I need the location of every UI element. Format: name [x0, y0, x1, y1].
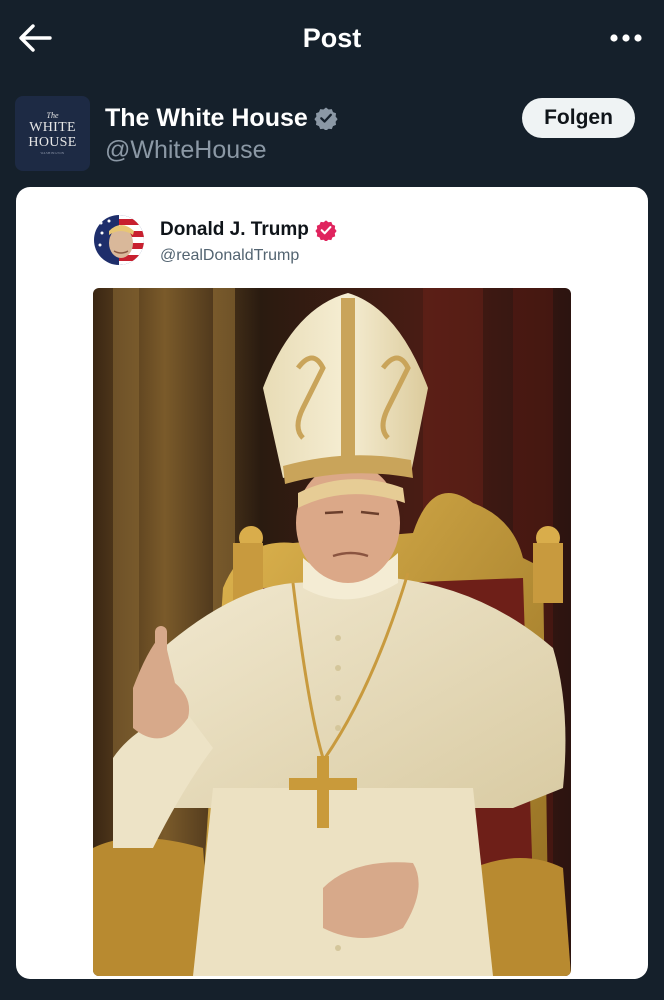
avatar-text-washington: WASHINGTON: [40, 151, 65, 155]
post-image[interactable]: [93, 288, 571, 976]
verified-badge-icon: [314, 107, 338, 130]
embedded-author-avatar: [94, 215, 144, 265]
page-title: Post: [302, 23, 362, 53]
account-header: The WHITE HOUSE WASHINGTON The White Hou…: [0, 88, 664, 180]
embedded-author-line: Donald J. Trump: [160, 217, 337, 243]
account-name[interactable]: The White House: [105, 102, 308, 134]
more-button[interactable]: [606, 22, 646, 54]
account-name-line: The White House: [105, 102, 338, 134]
embedded-author-handle: @realDonaldTrump: [160, 247, 300, 264]
post-media-card[interactable]: Donald J. Trump @realDonaldTrump: [16, 187, 648, 979]
avatar-text-white: WHITE: [29, 120, 76, 135]
more-horizontal-icon: [610, 34, 642, 42]
post-screen: Post The WHITE HOUSE WASHINGTON The Whit…: [0, 0, 664, 1000]
top-bar: Post: [0, 0, 664, 76]
verified-badge-icon: [315, 220, 337, 241]
avatar-text-the: The: [46, 111, 59, 120]
embedded-author-name: Donald J. Trump: [160, 219, 309, 240]
account-handle[interactable]: @WhiteHouse: [105, 134, 267, 166]
avatar-text-house: HOUSE: [28, 135, 77, 150]
avatar[interactable]: The WHITE HOUSE WASHINGTON: [15, 96, 90, 171]
follow-button[interactable]: Folgen: [522, 98, 635, 138]
